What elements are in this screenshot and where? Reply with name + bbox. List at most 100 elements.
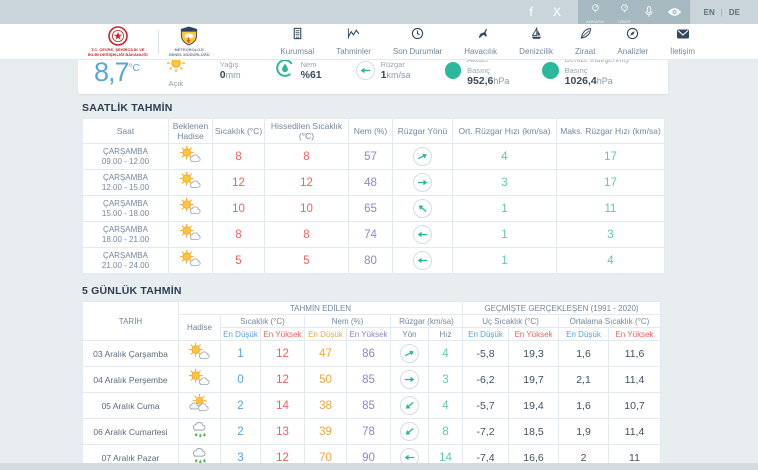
logos: T.C. ÇEVRE, ŞEHİRCİLİK VE İKLİM DEĞİŞİKL… [0, 26, 210, 57]
building-icon [291, 27, 304, 45]
humidity-gauge-icon [275, 60, 295, 83]
daily-humidity-max: 78 [347, 419, 391, 445]
current-condition: Açık [166, 60, 186, 88]
hourly-wind-max: 17 [557, 144, 665, 170]
partly-cloudy-icon [169, 196, 213, 222]
rainy-icon [179, 419, 221, 445]
daily-row: 04 Aralık Perşembe01250853-6,219,72,111,… [83, 367, 661, 393]
daily-date: 03 Aralık Çarşamba [83, 341, 179, 367]
nav-item-denizcilik[interactable]: Denizcilik [508, 24, 564, 59]
daily-wind-direction [391, 419, 429, 445]
pressure-gauge-icon [445, 62, 462, 79]
hourly-row: ÇARŞAMBA21.00 - 24.00558014 [83, 248, 665, 274]
daily-group-past: GEÇMİŞTE GERÇEKLEŞEN (1991 - 2020) [463, 302, 661, 315]
partly-cloudy-icon [169, 248, 213, 274]
daily-date: 06 Aralık Cumartesi [83, 419, 179, 445]
nav-item-ziraat[interactable]: Ziraat [564, 24, 606, 59]
daily-temp-max: 14 [261, 393, 305, 419]
daily-sub-high: En Yüksek [261, 328, 305, 341]
current-weather-strip: 8,7°C Açık [78, 60, 668, 94]
nav-item-iletisim[interactable]: İletişim [659, 24, 706, 59]
hourly-wind-max: 11 [557, 196, 665, 222]
partly-cloudy-icon [179, 341, 221, 367]
plane-icon [474, 27, 488, 45]
hourly-wind-avg: 4 [453, 144, 557, 170]
condition-label: Açık [168, 79, 183, 88]
pressure-gauge-icon [542, 62, 559, 79]
daily-wind-direction [391, 341, 429, 367]
mgm-logo[interactable]: METEOROLOJİ GENEL MÜDÜRLÜĞÜ [169, 26, 210, 57]
daily-date: 04 Aralık Perşembe [83, 367, 179, 393]
hourly-col-header: Maks. Rüzgar Hızı (km/sa) [557, 119, 665, 144]
hourly-row: ÇARŞAMBA18.00 - 21.00887413 [83, 222, 665, 248]
daily-group-average-temp: Ortalama Sıcaklık (°C) [559, 315, 661, 328]
daily-sub-low: En Düşük [559, 328, 609, 341]
daily-sub-high: En Yüksek [347, 328, 391, 341]
hourly-temp: 8 [213, 222, 265, 248]
daily-average-min: 1,6 [559, 341, 609, 367]
radar-icon [590, 0, 601, 18]
wind-direction-NE-arrow-icon [400, 344, 419, 363]
daily-humidity-min: 47 [305, 341, 347, 367]
main-nav: Kurumsal Tahminler Son Durumlar Havacılı… [269, 24, 758, 59]
nav-label: Analizler [617, 47, 648, 56]
daily-average-min: 1,6 [559, 393, 609, 419]
lang-separator: | [721, 8, 723, 17]
hourly-col-header: Beklenen Hadise [169, 119, 213, 144]
daily-row: 03 Aralık Çarşamba11247864-5,819,31,611,… [83, 341, 661, 367]
nav-item-analizler[interactable]: Analizler [606, 24, 659, 59]
daily-extreme-max: 19,4 [509, 393, 559, 419]
daily-temp-min: 0 [221, 367, 261, 393]
facebook-icon[interactable]: f [518, 0, 544, 24]
partly-cloudy-icon [169, 170, 213, 196]
radar-icon [619, 0, 630, 18]
daily-sub-high: En Yüksek [509, 328, 559, 341]
daily-wind-speed: 4 [429, 393, 463, 419]
ministry-logo[interactable]: T.C. ÇEVRE, ŞEHİRCİLİK VE İKLİM DEĞİŞİKL… [88, 26, 148, 57]
hourly-wind-direction [393, 144, 453, 170]
nav-item-havacilik[interactable]: Havacılık [453, 24, 508, 59]
hourly-feels-like: 12 [265, 170, 349, 196]
lang-en[interactable]: EN [704, 8, 715, 17]
hourly-temp: 10 [213, 196, 265, 222]
lang-de[interactable]: DE [729, 8, 740, 17]
daily-wind-direction [391, 393, 429, 419]
hourly-humidity: 48 [349, 170, 393, 196]
daily-extreme-min: -6,2 [463, 367, 509, 393]
hourly-humidity: 65 [349, 196, 393, 222]
radar-link-ankara[interactable]: ANKARA [586, 0, 604, 24]
hourly-col-header: Nem (%) [349, 119, 393, 144]
nav-item-son-durumlar[interactable]: Son Durumlar [382, 24, 453, 59]
daily-average-max: 11,4 [609, 367, 661, 393]
daily-col-date: TARİH [83, 302, 179, 341]
leaf-icon [579, 27, 592, 45]
daily-group-temp: Sıcaklık (°C) [221, 315, 305, 328]
twitter-x-icon[interactable]: X [544, 0, 570, 24]
wind-direction-W-arrow-icon [413, 225, 432, 244]
hourly-row: ÇARŞAMBA09.00 - 12.008857417 [83, 144, 665, 170]
daily-date: 05 Aralık Cuma [83, 393, 179, 419]
microphone-icon[interactable] [645, 6, 653, 18]
current-humidity: Nem %61 [275, 60, 322, 83]
hourly-wind-direction [393, 222, 453, 248]
daily-humidity-max: 86 [347, 341, 391, 367]
daily-humidity-min: 50 [305, 367, 347, 393]
hourly-row: ÇARŞAMBA15.00 - 18.00101065111 [83, 196, 665, 222]
daily-sub-low: En Düşük [463, 328, 509, 341]
nav-label: İletişim [670, 47, 695, 56]
pressure-sea-level: Denize İndirgenmiş Basınç 1026,4hPa [542, 60, 652, 87]
daily-temp-max: 13 [261, 419, 305, 445]
current-precip: Yağış 0mm [220, 60, 241, 81]
daily-sub-high: En Yüksek [609, 328, 661, 341]
accessibility-eye-icon[interactable] [667, 7, 682, 17]
nav-item-tahminler[interactable]: Tahminler [325, 24, 382, 59]
wind-direction-SW-arrow-icon [400, 422, 419, 441]
daily-temp-min: 1 [221, 341, 261, 367]
hourly-feels-like: 8 [265, 144, 349, 170]
daily-sub-low: En Düşük [305, 328, 347, 341]
nav-item-kurumsal[interactable]: Kurumsal [269, 24, 325, 59]
radar-link-izmir[interactable]: İZMİR [618, 0, 630, 24]
partly-cloudy-icon [169, 144, 213, 170]
sunny-icon [166, 60, 186, 78]
nav-label: Denizcilik [519, 47, 553, 56]
